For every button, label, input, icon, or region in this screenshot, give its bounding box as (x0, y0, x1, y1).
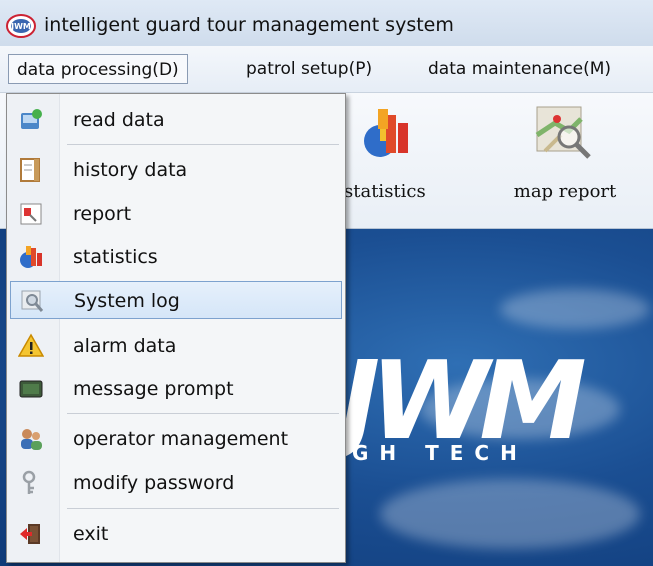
report-icon (20, 203, 42, 225)
menu-item-report[interactable]: report (10, 195, 342, 233)
menu-item-read-data[interactable]: read data (10, 101, 342, 139)
menu-item-label: statistics (73, 246, 158, 268)
menu-item-label: message prompt (73, 378, 234, 400)
menu-item-label: report (73, 203, 132, 225)
title-bar: JWM intelligent guard tour management sy… (0, 0, 653, 46)
menu-item-message-prompt[interactable]: message prompt (10, 370, 342, 408)
window-title: intelligent guard tour management system (44, 14, 454, 36)
menu-bar: data processing(D) patrol setup(P) data … (0, 46, 653, 93)
toolbar-statistics-label: statistics (344, 181, 426, 202)
menu-item-alarm-data[interactable]: alarm data (10, 327, 342, 365)
menu-item-label: history data (73, 159, 188, 181)
map-report-icon (535, 106, 591, 159)
menu-item-label: alarm data (73, 335, 177, 357)
alarm-icon (18, 333, 44, 357)
toolbar-map-report-label: map report (513, 181, 617, 202)
system-log-icon (21, 290, 44, 312)
menu-separator (67, 144, 339, 145)
data-processing-dropdown: read data history data report statistics (6, 93, 346, 563)
menu-item-system-log[interactable]: System log (10, 281, 342, 319)
menu-data-maintenance[interactable]: data maintenance(M) (420, 54, 619, 84)
password-key-icon (22, 470, 36, 494)
menu-item-modify-password[interactable]: modify password (10, 464, 342, 502)
menu-item-label: exit (73, 523, 109, 545)
menu-item-label: read data (73, 109, 165, 131)
toolbar-map-report-button[interactable]: map report (495, 93, 635, 228)
statistics-icon (364, 109, 408, 157)
menu-item-statistics[interactable]: statistics (10, 238, 342, 276)
operator-management-icon (21, 429, 42, 450)
toolbar-statistics-button[interactable]: statistics (330, 93, 450, 228)
app-logo-icon: JWM (6, 14, 36, 38)
menu-item-exit[interactable]: exit (10, 515, 342, 553)
read-data-icon (21, 109, 42, 129)
menu-item-label: operator management (73, 428, 289, 450)
menu-data-processing[interactable]: data processing(D) (8, 54, 188, 84)
statistics-icon (20, 246, 42, 268)
menu-item-history-data[interactable]: history data (10, 151, 342, 189)
menu-separator (67, 508, 339, 509)
menu-patrol-setup[interactable]: patrol setup(P) (238, 54, 380, 84)
svg-text:JWM: JWM (10, 22, 31, 31)
message-prompt-icon (19, 380, 43, 398)
exit-icon (20, 524, 40, 544)
banner-tagline: GH TECH (352, 441, 528, 465)
menu-item-operator-management[interactable]: operator management (10, 420, 342, 458)
history-data-icon (20, 158, 40, 182)
menu-item-label: System log (74, 290, 180, 312)
menu-item-label: modify password (73, 472, 235, 494)
menu-separator (67, 413, 339, 414)
